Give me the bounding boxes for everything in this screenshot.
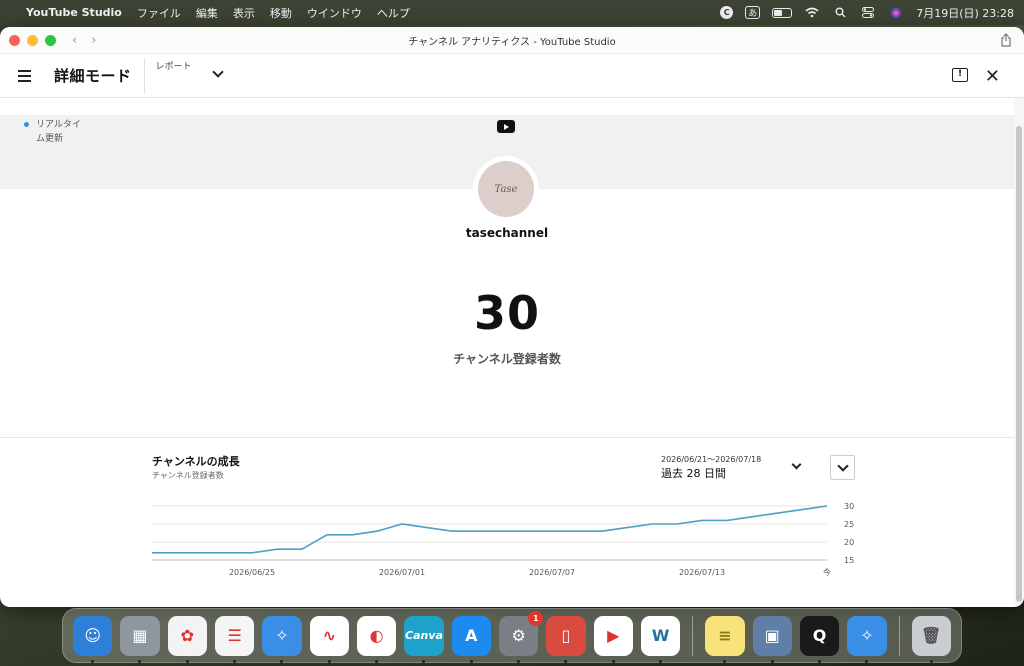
dock-canva-icon[interactable]: Canva xyxy=(404,615,444,663)
hamburger-menu-icon[interactable] xyxy=(18,69,38,82)
menu-app-name[interactable]: YouTube Studio xyxy=(26,6,122,19)
dock-freeform-icon[interactable]: ∿ xyxy=(309,615,349,663)
dock-separator xyxy=(692,615,694,656)
dock-safari-icon[interactable]: ✧ xyxy=(262,615,302,663)
app-header: 詳細モード レポート ! ✕ xyxy=(0,54,1024,98)
forward-arrow-icon[interactable]: › xyxy=(91,33,96,48)
feedback-icon[interactable]: ! xyxy=(952,68,968,82)
chevron-down-icon[interactable] xyxy=(211,65,224,78)
app-window: ‹ › チャンネル アナリティクス - YouTube Studio 詳細モード… xyxy=(0,27,1024,607)
menu-help[interactable]: ヘルプ xyxy=(377,5,410,21)
dock-preview-icon[interactable]: ▣ xyxy=(752,615,792,663)
title-bar: ‹ › チャンネル アナリティクス - YouTube Studio xyxy=(0,27,1024,54)
x-tick-label: 2026/06/25 xyxy=(229,568,275,577)
wifi-icon[interactable] xyxy=(804,6,820,20)
siri-icon[interactable] xyxy=(888,6,904,20)
dock-reminders-icon[interactable]: ☰ xyxy=(214,615,255,663)
minimize-window-button[interactable] xyxy=(27,34,38,46)
running-indicator xyxy=(929,659,933,663)
dock-youtube-icon[interactable]: ▶ xyxy=(593,615,633,663)
running-indicator xyxy=(564,659,568,663)
scrollbar-thumb[interactable] xyxy=(1016,126,1022,602)
menu-clock[interactable]: 7月19日(日) 23:28 xyxy=(916,5,1014,21)
dock-photos-icon[interactable]: ✿ xyxy=(167,615,207,663)
spotlight-icon[interactable] xyxy=(832,6,848,20)
menu-file[interactable]: ファイル xyxy=(137,5,181,21)
x-tick-label: 2026/07/07 xyxy=(529,568,575,577)
x-tick-label: 2026/07/01 xyxy=(379,568,425,577)
running-indicator xyxy=(185,659,189,663)
menu-view[interactable]: 表示 xyxy=(233,5,255,21)
menu-bar: YouTube Studio ファイル 編集 表示 移動 ウインドウ ヘルプ C… xyxy=(0,0,1024,25)
dock-finder-icon[interactable]: ☺ xyxy=(73,615,113,663)
running-indicator xyxy=(327,659,331,663)
running-indicator xyxy=(232,659,236,663)
running-indicator xyxy=(138,659,142,663)
dock-quicktime-icon[interactable]: Q xyxy=(799,615,840,663)
dock-app-store-icon[interactable]: A xyxy=(451,615,491,663)
dock-wordpress-icon[interactable]: W xyxy=(640,615,681,663)
report-label: レポート xyxy=(155,61,192,72)
running-indicator xyxy=(611,659,615,663)
running-indicator xyxy=(770,659,774,663)
running-indicator xyxy=(865,659,869,663)
dock: ☺ ▦ ✿ ☰ ✧ ∿ ◐ Canva A ⚙ 1 ▯ ▶ W ≡ ▣ Q ✧ 🗑 xyxy=(62,608,962,663)
y-tick-label: 25 xyxy=(844,520,854,529)
dock-safari-downloads-icon[interactable]: ✧ xyxy=(847,615,887,663)
series-line[interactable] xyxy=(152,505,828,554)
header-divider xyxy=(143,57,145,94)
running-indicator xyxy=(723,659,727,663)
control-center-icon[interactable] xyxy=(860,6,876,20)
back-arrow-icon[interactable]: ‹ xyxy=(72,33,77,48)
close-icon[interactable]: ✕ xyxy=(985,66,1000,87)
close-window-button[interactable] xyxy=(9,34,20,46)
analytics-content: リアルタイム更新 Tase tasechannel 30 チャンネル登録者数 チ… xyxy=(0,98,1014,607)
y-tick-label: 30 xyxy=(844,502,854,511)
y-tick-label: 15 xyxy=(844,556,854,565)
page-title: 詳細モード xyxy=(54,67,132,85)
running-indicator xyxy=(516,659,520,663)
dock-fish-app-icon[interactable]: ◐ xyxy=(356,615,397,663)
running-indicator xyxy=(422,659,426,663)
x-tick-label: 2026/07/13 xyxy=(679,568,725,577)
running-indicator xyxy=(374,659,378,663)
running-indicator xyxy=(658,659,662,663)
dock-notes-icon[interactable]: ≡ xyxy=(705,615,745,663)
report-selector[interactable]: レポート xyxy=(156,58,226,94)
dock-launchpad-icon[interactable]: ▦ xyxy=(120,615,160,663)
y-tick-label: 20 xyxy=(844,538,854,547)
menu-window[interactable]: ウインドウ xyxy=(307,5,362,21)
scrollbar[interactable] xyxy=(1014,98,1024,607)
menu-edit[interactable]: 編集 xyxy=(196,5,218,21)
status-c-icon[interactable]: C xyxy=(720,6,734,19)
dock-system-settings-icon[interactable]: ⚙ 1 xyxy=(498,610,544,663)
input-mode-icon[interactable]: あ xyxy=(745,6,761,19)
dock-iphone-mirroring-icon[interactable]: ▯ xyxy=(546,615,586,663)
zoom-window-button[interactable] xyxy=(45,34,56,46)
running-indicator xyxy=(469,659,473,663)
running-indicator xyxy=(91,659,94,663)
share-icon[interactable] xyxy=(1000,33,1014,47)
growth-chart: 15 20 25 30 2026/06/25 2026/07/01 2026/07/07 20… xyxy=(152,502,854,577)
battery-icon[interactable] xyxy=(772,7,793,18)
dock-separator xyxy=(898,615,900,656)
running-indicator xyxy=(817,659,821,663)
notification-badge: 1 xyxy=(528,610,544,626)
menu-go[interactable]: 移動 xyxy=(270,5,292,21)
running-indicator xyxy=(280,659,284,663)
dock-trash-icon[interactable]: 🗑 xyxy=(911,615,951,663)
window-title: チャンネル アナリティクス - YouTube Studio xyxy=(408,36,616,48)
x-tick-label: 今 xyxy=(823,567,831,577)
